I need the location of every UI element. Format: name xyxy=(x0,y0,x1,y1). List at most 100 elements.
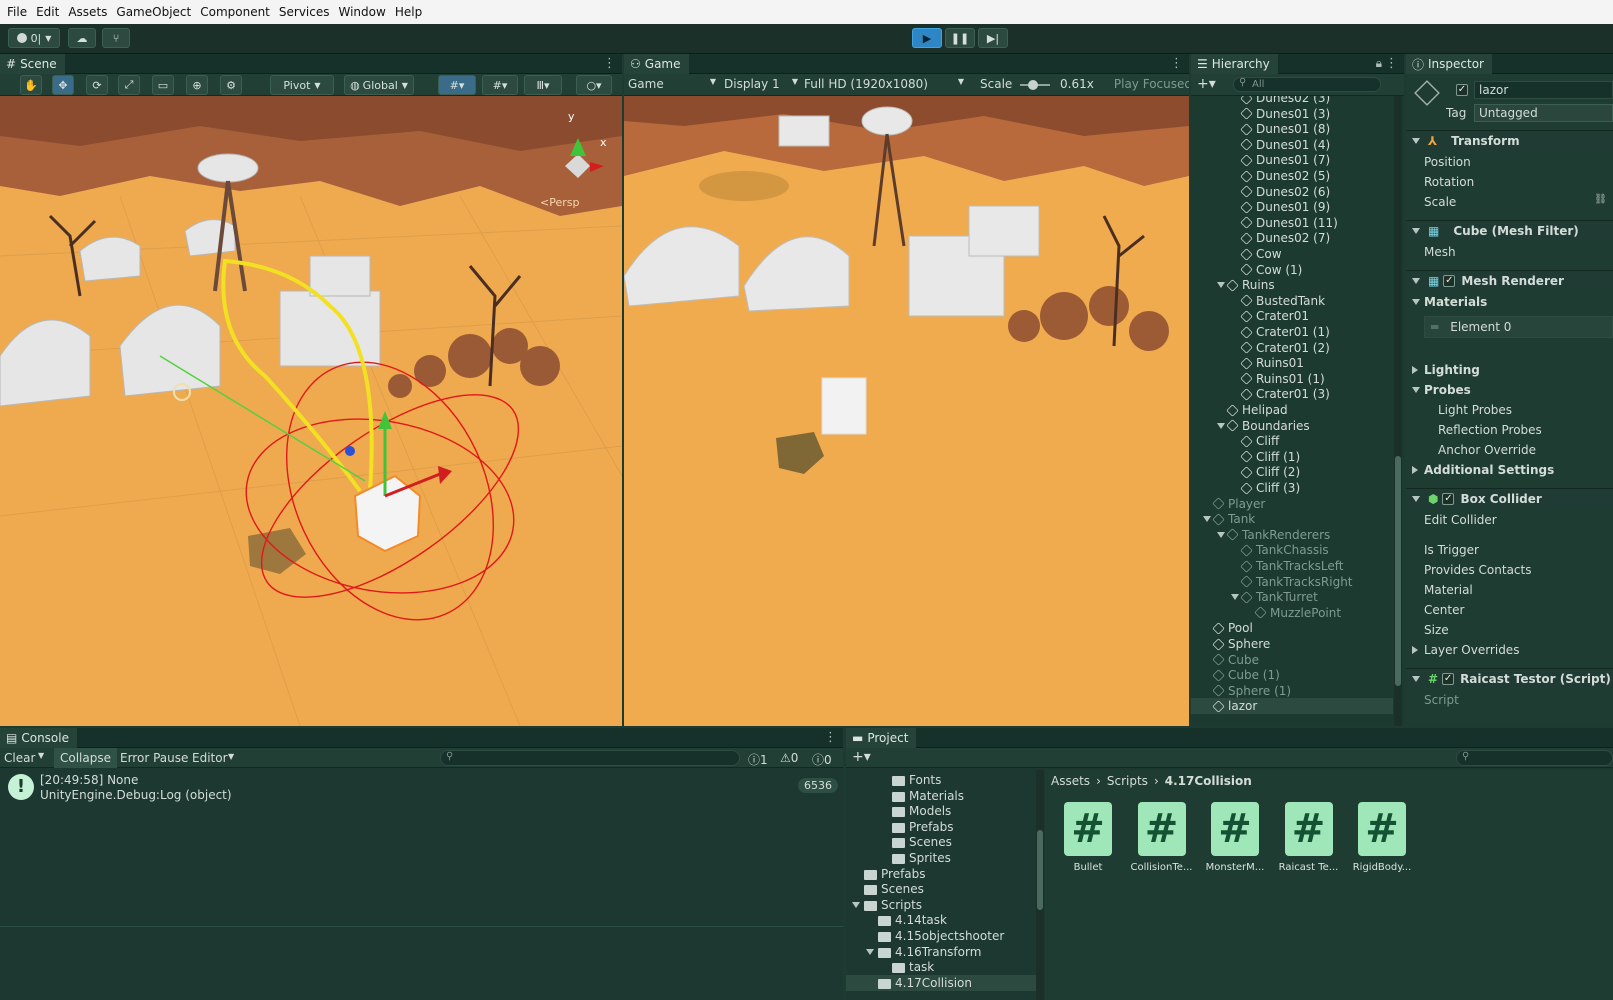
link-icon[interactable]: ⛓ xyxy=(1594,194,1607,205)
tab-console[interactable]: ▤ Console xyxy=(0,728,77,748)
hierarchy-item[interactable]: Dunes01 (4) xyxy=(1191,137,1393,153)
project-search-input[interactable]: ⚲ xyxy=(1456,750,1613,766)
hierarchy-item[interactable]: Crater01 (2) xyxy=(1191,340,1393,356)
hierarchy-scrollbar[interactable] xyxy=(1394,96,1402,726)
scale-slider[interactable] xyxy=(1020,80,1050,90)
folder-item[interactable]: Materials xyxy=(846,788,1036,804)
hierarchy-item[interactable]: Dunes01 (9) xyxy=(1191,199,1393,215)
hierarchy-item[interactable]: Ruins01 (1) xyxy=(1191,371,1393,387)
hierarchy-item[interactable]: Cliff xyxy=(1191,433,1393,449)
hierarchy-item[interactable]: Crater01 (1) xyxy=(1191,324,1393,340)
hierarchy-item[interactable]: Ruins xyxy=(1191,277,1393,293)
folder-item[interactable]: Prefabs xyxy=(846,819,1036,835)
hierarchy-item[interactable]: lazor xyxy=(1191,698,1393,715)
hierarchy-menu-icon[interactable]: ⋮ xyxy=(1385,56,1398,71)
hierarchy-item[interactable]: Tank xyxy=(1191,511,1393,527)
move-tool-button[interactable]: ✥ xyxy=(52,75,74,95)
account-dropdown[interactable]: 0| ▼ xyxy=(8,28,60,48)
pause-button[interactable]: ❚❚ xyxy=(945,28,975,48)
asset-item[interactable]: # RigidBody... xyxy=(1345,802,1419,873)
mesh-renderer-header[interactable]: ▦ ✓ Mesh Renderer xyxy=(1406,270,1613,290)
step-button[interactable]: ▶| xyxy=(978,28,1008,48)
hierarchy-item[interactable]: TankTracksRight xyxy=(1191,574,1393,590)
hierarchy-search-input[interactable]: All xyxy=(1233,77,1381,92)
folder-item[interactable]: 4.17Collision xyxy=(846,974,1036,991)
hierarchy-item[interactable]: Helipad xyxy=(1191,402,1393,418)
edit-collider-button[interactable]: Edit Collider xyxy=(1406,510,1613,530)
play-button[interactable]: ▶ xyxy=(912,28,942,48)
console-menu-icon[interactable]: ⋮ xyxy=(824,730,837,745)
hierarchy-item[interactable]: Cliff (2) xyxy=(1191,464,1393,480)
expand-arrow-icon[interactable] xyxy=(1231,594,1239,601)
resolution-dropdown[interactable]: Full HD (1920x1080) ▼ xyxy=(804,77,964,91)
hierarchy-item[interactable]: Dunes02 (7) xyxy=(1191,230,1393,246)
cloud-button[interactable]: ☁ xyxy=(68,28,96,48)
hierarchy-item[interactable]: Cliff (1) xyxy=(1191,449,1393,465)
hand-tool-button[interactable]: ✋ xyxy=(20,75,42,95)
expand-arrow-icon[interactable] xyxy=(1203,516,1211,523)
folder-item[interactable]: task xyxy=(846,959,1036,975)
hierarchy-item[interactable]: Sphere (1) xyxy=(1191,683,1393,699)
console-search-input[interactable]: ⚲ xyxy=(440,750,740,766)
expand-arrow-icon[interactable] xyxy=(852,901,860,908)
expand-arrow-icon[interactable] xyxy=(866,948,874,955)
folder-item[interactable]: 4.14task xyxy=(846,912,1036,928)
tab-scene[interactable]: # Scene xyxy=(0,54,65,74)
hierarchy-item[interactable]: Crater01 xyxy=(1191,308,1393,324)
pivot-dropdown[interactable]: Pivot ▼ xyxy=(270,75,334,95)
warn-count-toggle[interactable]: ⚠0 xyxy=(780,751,798,765)
lighting-foldout[interactable]: Lighting xyxy=(1406,360,1613,380)
clear-dropdown-icon[interactable]: ▼ xyxy=(38,751,44,760)
folder-item[interactable]: 4.16Transform xyxy=(846,944,1036,960)
hierarchy-item[interactable]: Ruins01 xyxy=(1191,355,1393,371)
hierarchy-item[interactable]: Cube xyxy=(1191,652,1393,668)
script-header[interactable]: # ✓ Raicast Testor (Script) xyxy=(1406,668,1613,688)
script-checkbox[interactable]: ✓ xyxy=(1442,672,1455,685)
hierarchy-item[interactable]: TankTurret xyxy=(1191,589,1393,605)
asset-item[interactable]: # Bullet xyxy=(1051,802,1125,873)
asset-item[interactable]: # MonsterM... xyxy=(1198,802,1272,873)
box-collider-header[interactable]: ⬢ ✓ Box Collider xyxy=(1406,488,1613,508)
error-pause-button[interactable]: Error Pause xyxy=(120,751,188,765)
grid-visibility-button[interactable]: #▾ xyxy=(482,75,518,95)
hierarchy-item[interactable]: Dunes01 (7) xyxy=(1191,152,1393,168)
hierarchy-item[interactable]: TankChassis xyxy=(1191,542,1393,558)
hierarchy-item[interactable]: MuzzlePoint xyxy=(1191,605,1393,621)
hierarchy-item[interactable]: Dunes01 (3) xyxy=(1191,106,1393,122)
mesh-renderer-checkbox[interactable]: ✓ xyxy=(1443,274,1456,287)
object-name-input[interactable]: lazor xyxy=(1474,81,1613,99)
box-collider-checkbox[interactable]: ✓ xyxy=(1442,492,1455,505)
game-mode-dropdown[interactable]: Game ▼ xyxy=(628,77,716,91)
play-focused-dropdown[interactable]: Play Focused xyxy=(1082,77,1189,91)
draw-mode-button[interactable]: ○▾ xyxy=(576,75,612,95)
hierarchy-item[interactable]: Boundaries xyxy=(1191,418,1393,434)
hierarchy-item[interactable]: Pool xyxy=(1191,620,1393,636)
menu-gameobject[interactable]: GameObject xyxy=(116,5,191,19)
hierarchy-item[interactable]: Cow xyxy=(1191,246,1393,262)
folder-item[interactable]: Scenes xyxy=(846,834,1036,850)
custom-tool-button[interactable]: ⚙ xyxy=(220,75,242,95)
menu-component[interactable]: Component xyxy=(200,5,270,19)
editor-dropdown[interactable]: Editor xyxy=(192,751,228,765)
materials-foldout[interactable]: Materials xyxy=(1406,292,1613,312)
breadcrumb-item[interactable]: Assets xyxy=(1051,774,1090,788)
error-count-toggle[interactable]: ⓘ0 xyxy=(812,751,832,768)
probes-foldout[interactable]: Probes xyxy=(1406,380,1613,400)
game-menu-icon[interactable]: ⋮ xyxy=(1170,56,1183,71)
display-dropdown[interactable]: Display 1 ▼ xyxy=(724,77,798,91)
hierarchy-item[interactable]: Cow (1) xyxy=(1191,262,1393,278)
folder-item[interactable]: Scripts xyxy=(846,897,1036,913)
transform-header[interactable]: ⅄ Transform xyxy=(1406,130,1613,150)
hierarchy-item[interactable]: Dunes02 (5) xyxy=(1191,168,1393,184)
hierarchy-item[interactable]: Sphere xyxy=(1191,636,1393,652)
tag-dropdown[interactable]: Untagged xyxy=(1474,104,1613,122)
persp-label[interactable]: <Persp xyxy=(540,196,579,209)
menu-services[interactable]: Services xyxy=(279,5,330,19)
version-control-button[interactable]: ⑂ xyxy=(102,28,130,48)
log-count-toggle[interactable]: ⓘ1 xyxy=(748,751,768,768)
expand-arrow-icon[interactable] xyxy=(1217,282,1225,289)
tab-inspector[interactable]: ⓘ Inspector xyxy=(1406,54,1492,74)
hierarchy-item[interactable]: Cube (1) xyxy=(1191,667,1393,683)
create-asset-icon[interactable]: +▾ xyxy=(852,749,871,765)
expand-arrow-icon[interactable] xyxy=(1217,422,1225,429)
